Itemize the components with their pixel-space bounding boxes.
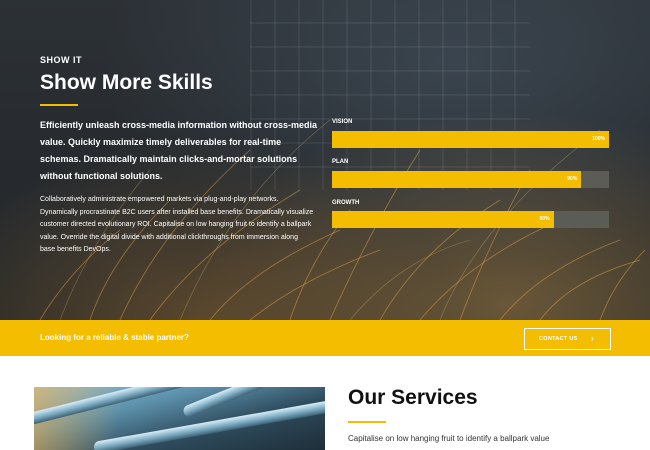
- skill-percent: 100%: [592, 136, 605, 142]
- contact-us-button[interactable]: CONTACT US ›: [524, 328, 611, 350]
- section-eyebrow: SHOW IT: [40, 55, 82, 65]
- cta-band: Looking for a reliable & stable partner?…: [0, 320, 650, 356]
- skill-bar-fill: 90%: [332, 171, 582, 188]
- skill-bar-fill: 80%: [332, 211, 554, 228]
- title-divider: [40, 104, 78, 106]
- skill-bar-vision: 100%: [332, 131, 609, 148]
- skill-label-vision: VISION: [332, 119, 353, 125]
- skill-label-growth: GROWTH: [332, 200, 360, 206]
- services-title: Our Services: [348, 386, 478, 409]
- skill-bar-plan: 90%: [332, 171, 609, 188]
- contact-us-label: CONTACT US: [539, 336, 578, 342]
- skill-bar-fill: 100%: [332, 131, 609, 148]
- services-title-divider: [348, 421, 386, 423]
- body-paragraph: Collaboratively administrate empowered m…: [40, 196, 314, 253]
- skill-label-plan: PLAN: [332, 159, 349, 165]
- section-title: Show More Skills: [40, 71, 213, 94]
- cta-text: Looking for a reliable & stable partner?: [40, 333, 189, 342]
- skills-hero-section: SHOW IT Show More Skills Efficiently unl…: [0, 0, 650, 320]
- skill-percent: 90%: [567, 176, 578, 182]
- services-description: Capitalise on low hanging fruit to ident…: [348, 434, 550, 443]
- lead-paragraph: Efficiently unleash cross-media informat…: [40, 120, 318, 181]
- skill-percent: 80%: [539, 216, 550, 222]
- chevron-right-icon: ›: [591, 334, 594, 343]
- services-pipes-image: [34, 387, 325, 450]
- skill-bar-growth: 80%: [332, 211, 609, 228]
